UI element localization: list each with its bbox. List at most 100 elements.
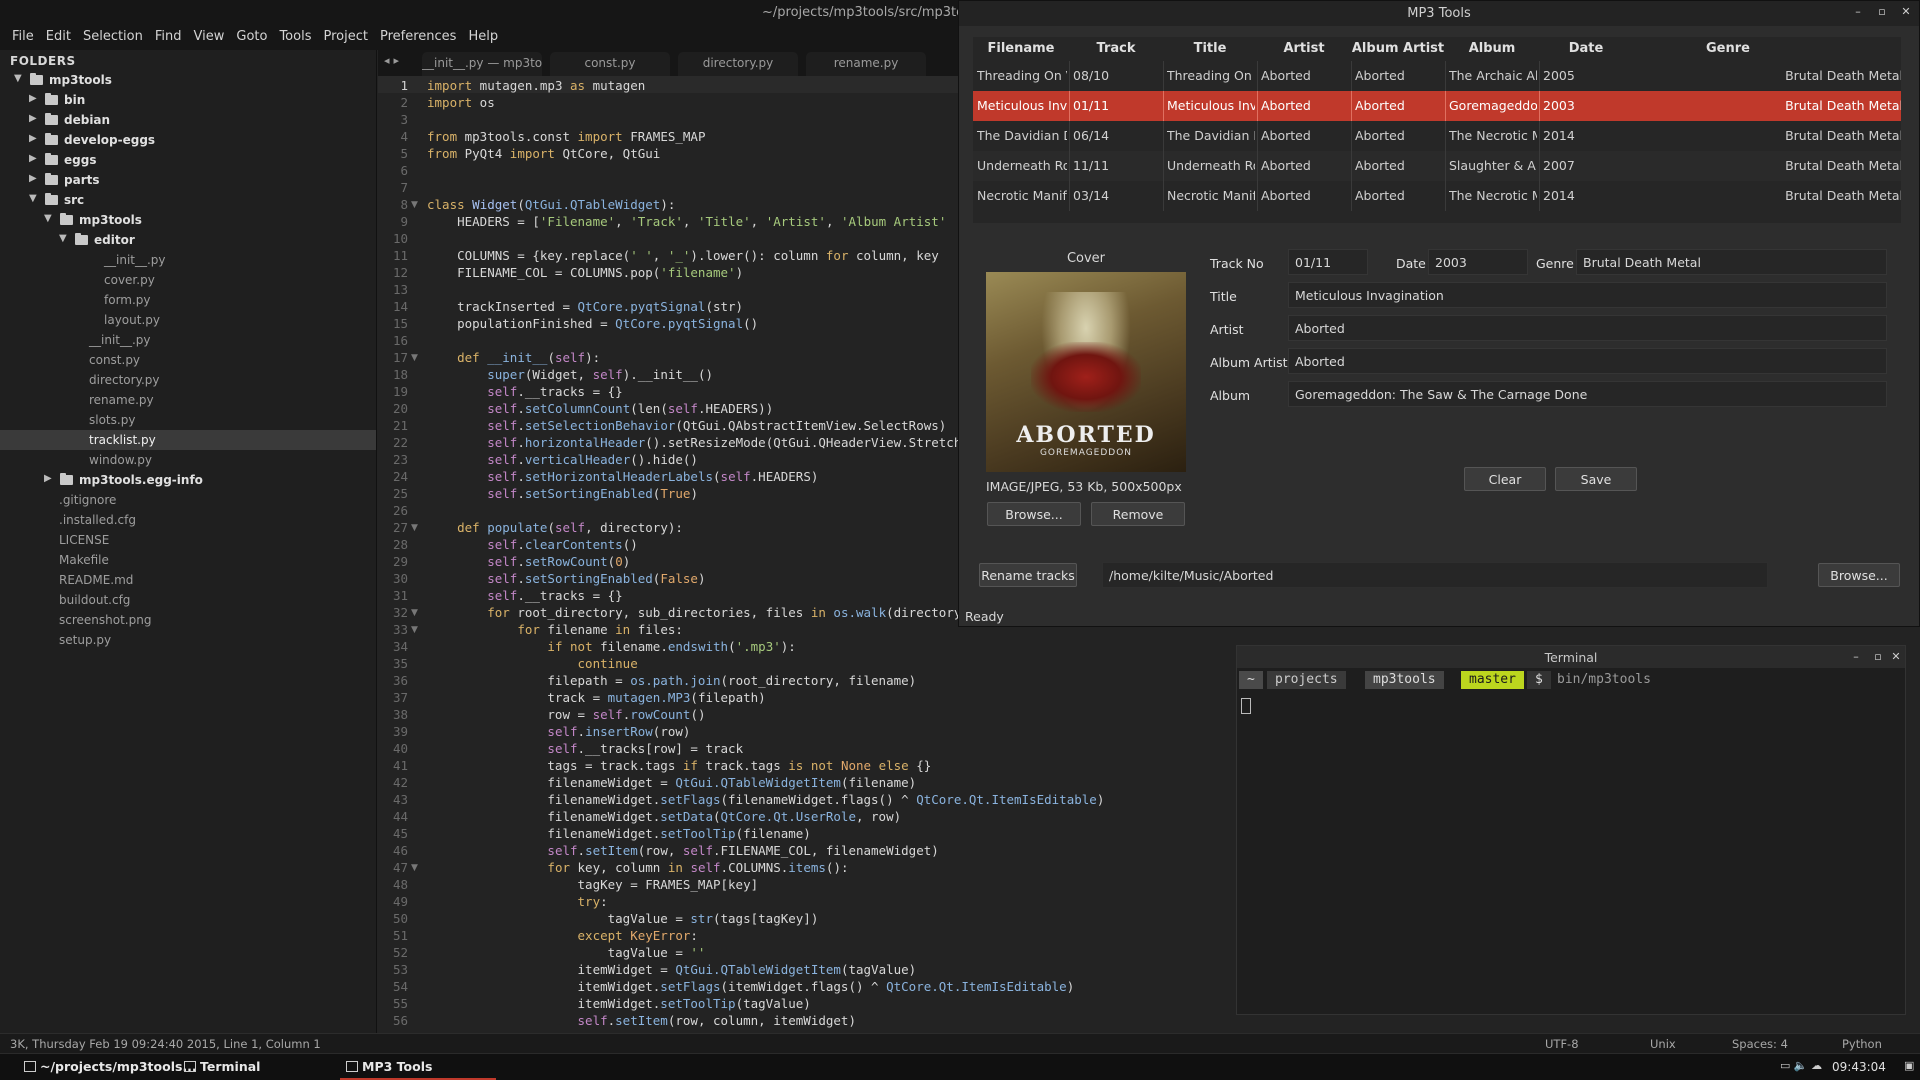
tree-folder[interactable]: ▶ debian — [0, 110, 376, 130]
tree-file[interactable]: cover.py — [0, 270, 376, 290]
status-line-endings[interactable]: Unix — [1650, 1037, 1676, 1051]
chevron-down-icon[interactable]: ▼ — [14, 73, 24, 84]
code-line[interactable]: self.insertRow(row) — [427, 724, 690, 739]
minimize-icon[interactable]: – — [1851, 5, 1865, 19]
chevron-down-icon[interactable]: ▼ — [59, 233, 69, 244]
tree-folder[interactable]: ▶ eggs — [0, 150, 376, 170]
tree-folder[interactable]: ▼ mp3tools — [0, 70, 376, 90]
code-line[interactable]: tagValue = str(tags[tagKey]) — [427, 911, 819, 926]
code-line[interactable]: tags = track.tags if track.tags is not N… — [427, 758, 931, 773]
code-line[interactable]: self.__tracks = {} — [427, 588, 622, 603]
clear-button[interactable]: Clear — [1464, 467, 1546, 491]
code-line[interactable]: filenameWidget = QtGui.QTableWidgetItem(… — [427, 775, 916, 790]
code-line[interactable]: for root_directory, sub_directories, fil… — [427, 605, 976, 620]
table-row[interactable]: Meticulous Invag... 01/11 Meticulous Invag… — [973, 91, 1901, 121]
menu-goto[interactable]: Goto — [230, 25, 273, 50]
chevron-right-icon[interactable]: ▶ — [29, 93, 39, 104]
tree-folder[interactable]: ▼ editor — [0, 230, 376, 250]
code-line[interactable]: class Widget(QtGui.QTableWidget): — [427, 197, 675, 212]
code-line[interactable]: continue — [427, 656, 638, 671]
tree-folder[interactable]: ▼ src — [0, 190, 376, 210]
menu-file[interactable]: File — [6, 25, 40, 50]
tree-folder[interactable]: ▼ mp3tools — [0, 210, 376, 230]
tree-file[interactable]: layout.py — [0, 310, 376, 330]
tree-file[interactable]: tracklist.py — [0, 430, 376, 450]
tree-file[interactable]: form.py — [0, 290, 376, 310]
tree-file[interactable]: slots.py — [0, 410, 376, 430]
chevron-right-icon[interactable]: ▶ — [29, 153, 39, 164]
menu-view[interactable]: View — [188, 25, 231, 50]
code-line[interactable]: import mutagen.mp3 as mutagen — [427, 78, 645, 93]
code-line[interactable]: self.setRowCount(0) — [427, 554, 630, 569]
code-line[interactable]: super(Widget, self).__init__() — [427, 367, 713, 382]
task-sublime[interactable]: ~/projects/mp3tools... — [24, 1059, 197, 1074]
table-row[interactable]: Threading On Ve... 08/10 Threading On Ve..… — [973, 61, 1901, 91]
menu-project[interactable]: Project — [317, 25, 373, 50]
tree-file[interactable]: buildout.cfg — [0, 590, 376, 610]
tree-file[interactable]: __init__.py — [0, 330, 376, 350]
code-line[interactable]: except KeyError: — [427, 928, 698, 943]
code-line[interactable]: filenameWidget.setData(QtCore.Qt.UserRol… — [427, 809, 901, 824]
column-header[interactable]: Track — [1069, 41, 1163, 56]
column-header[interactable]: Album — [1445, 41, 1539, 56]
tree-file[interactable]: LICENSE — [0, 530, 376, 550]
chevron-right-icon[interactable]: ▶ — [29, 133, 39, 144]
tree-folder[interactable]: ▶ parts — [0, 170, 376, 190]
code-line[interactable]: self.setHorizontalHeaderLabels(self.HEAD… — [427, 469, 818, 484]
code-line[interactable]: for key, column in self.COLUMNS.items(): — [427, 860, 848, 875]
tree-folder[interactable]: ▶ bin — [0, 90, 376, 110]
code-line[interactable]: self.__tracks = {} — [427, 384, 622, 399]
tree-file[interactable]: __init__.py — [0, 250, 376, 270]
editor-tab[interactable]: directory.py — [678, 52, 798, 76]
table-row[interactable]: Necrotic Manifest... 03/14 Necrotic Manife… — [973, 181, 1901, 211]
code-line[interactable]: try: — [427, 894, 608, 909]
track-no-input[interactable]: 01/11 — [1288, 249, 1368, 275]
tree-file[interactable]: const.py — [0, 350, 376, 370]
tree-folder[interactable]: ▶ mp3tools.egg-info — [0, 470, 376, 490]
code-line[interactable]: itemWidget = QtGui.QTableWidgetItem(tagV… — [427, 962, 917, 977]
tree-file[interactable]: README.md — [0, 570, 376, 590]
status-syntax[interactable]: Python — [1842, 1037, 1882, 1051]
code-line[interactable]: self.clearContents() — [427, 537, 638, 552]
code-line[interactable]: track = mutagen.MP3(filepath) — [427, 690, 765, 705]
date-input[interactable]: 2003 — [1428, 249, 1528, 275]
code-line[interactable]: self.setColumnCount(len(self.HEADERS)) — [427, 401, 773, 416]
chevron-down-icon[interactable]: ▼ — [29, 193, 39, 204]
menu-find[interactable]: Find — [149, 25, 188, 50]
column-header[interactable]: Album Artist — [1351, 41, 1445, 56]
code-line[interactable]: def __init__(self): — [427, 350, 600, 365]
title-input[interactable]: Meticulous Invagination — [1288, 282, 1887, 308]
code-line[interactable]: self.setSelectionBehavior(QtGui.QAbstrac… — [427, 418, 946, 433]
terminal-minimize-icon[interactable]: – — [1849, 650, 1863, 664]
code-line[interactable]: tagKey = FRAMES_MAP[key] — [427, 877, 759, 892]
code-line[interactable]: FILENAME_COL = COLUMNS.pop('filename') — [427, 265, 743, 280]
task-terminal[interactable]: Terminal — [184, 1059, 260, 1074]
code-line[interactable]: HEADERS = ['Filename', 'Track', 'Title',… — [427, 214, 946, 229]
code-line[interactable]: itemWidget.setToolTip(tagValue) — [427, 996, 811, 1011]
column-header[interactable]: Artist — [1257, 41, 1351, 56]
fold-arrow-icon[interactable]: ▼ — [411, 608, 418, 618]
code-line[interactable]: from mp3tools.const import FRAMES_MAP — [427, 129, 705, 144]
code-line[interactable]: from PyQt4 import QtCore, QtGui — [427, 146, 660, 161]
status-indentation[interactable]: Spaces: 4 — [1732, 1037, 1788, 1051]
status-encoding[interactable]: UTF-8 — [1545, 1037, 1579, 1051]
fold-arrow-icon[interactable]: ▼ — [411, 353, 418, 363]
editor-tab[interactable]: __init__.py — mp3tools — [422, 52, 542, 76]
fold-arrow-icon[interactable]: ▼ — [411, 863, 418, 873]
editor-tab[interactable]: rename.py — [806, 52, 926, 76]
album-input[interactable]: Goremageddon: The Saw & The Carnage Done — [1288, 381, 1887, 407]
chevron-right-icon[interactable]: ▶ — [44, 473, 54, 484]
tree-file[interactable]: setup.py — [0, 630, 376, 650]
close-icon[interactable]: ✕ — [1899, 5, 1913, 19]
column-header[interactable]: Genre — [1633, 41, 1823, 56]
terminal-maximize-icon[interactable]: ▫ — [1871, 650, 1885, 664]
task-mp3tools[interactable]: MP3 Tools — [346, 1059, 432, 1074]
browse-directory-button[interactable]: Browse... — [1818, 563, 1900, 587]
chevron-down-icon[interactable]: ▼ — [44, 213, 54, 224]
menu-selection[interactable]: Selection — [77, 25, 149, 50]
menu-help[interactable]: Help — [462, 25, 504, 50]
table-row[interactable]: The Davidian Dec... 06/14 The Davidian Dec… — [973, 121, 1901, 151]
tray-icons[interactable]: ▭ 🔈 ☁ — [1780, 1059, 1822, 1072]
fold-arrow-icon[interactable]: ▼ — [411, 200, 418, 210]
code-line[interactable]: populationFinished = QtCore.pyqtSignal() — [427, 316, 758, 331]
